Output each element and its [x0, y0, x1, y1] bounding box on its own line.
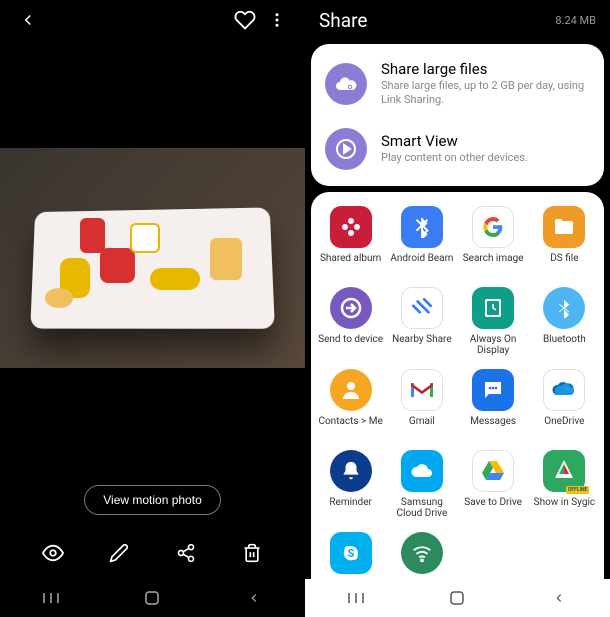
app-show-in-sygic[interactable]: OFFLINE Show in Sygic: [529, 450, 600, 520]
folder-icon: [543, 206, 585, 248]
nearby-icon: [401, 287, 443, 329]
option-subtitle: Play content on other devices.: [381, 151, 528, 165]
app-ds-file[interactable]: DS file: [529, 206, 600, 275]
app-onedrive[interactable]: OneDrive: [529, 369, 600, 438]
nav-home-icon[interactable]: [127, 590, 177, 606]
smart-view-option[interactable]: Smart View Play content on other devices…: [311, 118, 604, 180]
app-wifi[interactable]: [386, 532, 457, 580]
app-android-beam[interactable]: Android Beam: [386, 206, 457, 275]
photo-viewport[interactable]: [0, 40, 305, 475]
share-sheet: Share 8.24 MB Share large files Share la…: [305, 0, 610, 617]
drive-icon: [472, 450, 514, 492]
app-gmail[interactable]: Gmail: [386, 369, 457, 438]
app-skype[interactable]: S: [315, 532, 386, 580]
clock-icon: [472, 287, 514, 329]
nav-recents-icon[interactable]: [331, 591, 381, 605]
svg-text:S: S: [347, 547, 354, 560]
bell-icon: [330, 450, 372, 492]
app-contacts-me[interactable]: Contacts > Me: [315, 369, 386, 438]
system-navbar-left: [0, 579, 305, 617]
flower-icon: [330, 206, 372, 248]
person-icon: [330, 369, 372, 411]
app-shared-album[interactable]: Shared album: [315, 206, 386, 275]
gallery-view: View motion photo: [0, 0, 305, 617]
share-title: Share: [319, 9, 555, 32]
visibility-icon[interactable]: [37, 537, 69, 569]
photo-content: [0, 148, 305, 368]
back-icon[interactable]: [12, 4, 44, 36]
app-samsung-cloud-drive[interactable]: Samsung Cloud Drive: [386, 450, 457, 520]
cloud-icon: [401, 450, 443, 492]
gallery-toolbar: [0, 529, 305, 579]
cloud-icon: [543, 369, 585, 411]
system-navbar-right: [305, 579, 610, 617]
gallery-header: [0, 0, 305, 40]
favorite-icon[interactable]: [229, 4, 261, 36]
app-search-image[interactable]: Search image: [458, 206, 529, 275]
more-icon[interactable]: [261, 4, 293, 36]
nav-recents-icon[interactable]: [26, 591, 76, 605]
share-app-grid: Shared album Android Beam Search image D…: [311, 192, 604, 580]
option-subtitle: Share large files, up to 2 GB per day, u…: [381, 79, 590, 108]
delete-icon[interactable]: [236, 537, 268, 569]
share-icon[interactable]: [170, 537, 202, 569]
bluetooth-icon: [401, 206, 443, 248]
app-always-on-display[interactable]: Always On Display: [458, 287, 529, 357]
view-motion-photo-button[interactable]: View motion photo: [84, 485, 221, 515]
nav-back-icon[interactable]: [229, 591, 279, 605]
messages-icon: [472, 369, 514, 411]
share-large-files-option[interactable]: Share large files Share large files, up …: [311, 50, 604, 118]
gmail-icon: [401, 369, 443, 411]
app-bluetooth[interactable]: Bluetooth: [529, 287, 600, 357]
skype-icon: S: [330, 532, 372, 574]
app-messages[interactable]: Messages: [458, 369, 529, 438]
nav-back-icon[interactable]: [534, 591, 584, 605]
app-reminder[interactable]: Reminder: [315, 450, 386, 520]
app-nearby-share[interactable]: Nearby Share: [386, 287, 457, 357]
wifi-icon: [401, 532, 443, 574]
bluetooth-icon: [543, 287, 585, 329]
offline-badge: OFFLINE: [566, 486, 589, 494]
google-g-icon: [472, 206, 514, 248]
share-options-card: Share large files Share large files, up …: [311, 44, 604, 186]
cloud-link-icon: [325, 63, 367, 105]
app-send-to-device[interactable]: Send to device: [315, 287, 386, 357]
sygic-icon: OFFLINE: [543, 450, 585, 492]
send-arrow-icon: [330, 287, 372, 329]
nav-home-icon[interactable]: [432, 590, 482, 606]
option-title: Share large files: [381, 60, 590, 78]
file-size-label: 8.24 MB: [555, 14, 596, 27]
share-header: Share 8.24 MB: [305, 0, 610, 40]
app-save-to-drive[interactable]: Save to Drive: [458, 450, 529, 520]
edit-icon[interactable]: [103, 537, 135, 569]
play-circle-icon: [325, 128, 367, 170]
option-title: Smart View: [381, 132, 528, 150]
